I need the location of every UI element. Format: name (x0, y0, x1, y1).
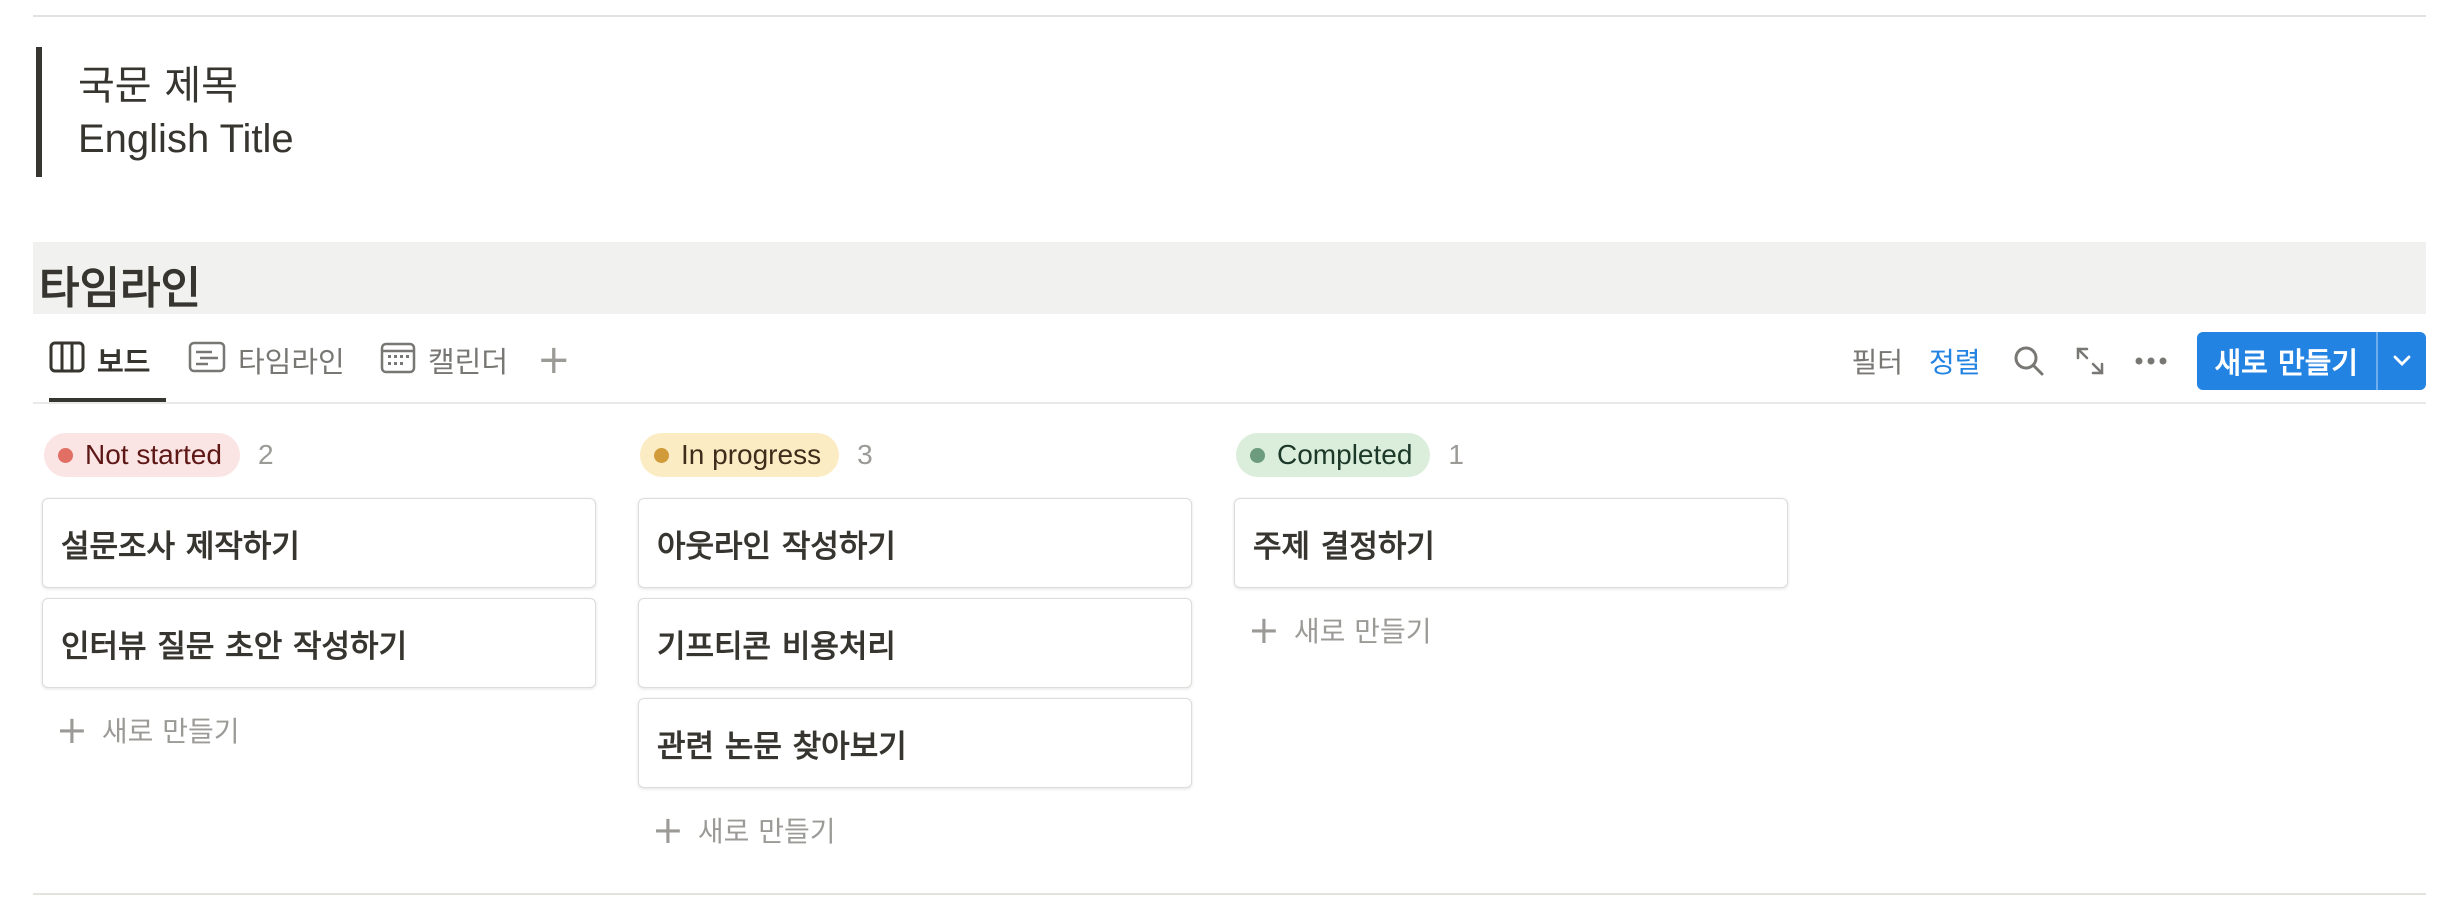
filter-button[interactable]: 필터 (1851, 341, 1903, 381)
title-quote-block: 국문 제목 English Title (36, 47, 642, 177)
more-options-icon[interactable] (2135, 356, 2167, 366)
status-dot-icon (58, 447, 73, 463)
column-header: Not started 2 (44, 432, 598, 478)
plus-icon: + (1248, 608, 1280, 652)
search-icon[interactable] (2013, 345, 2045, 377)
sort-button[interactable]: 정렬 (1929, 341, 1981, 381)
korean-title[interactable]: 국문 제목 (78, 53, 238, 111)
tab-timeline-label: 타임라인 (238, 345, 345, 379)
status-dot-icon (654, 447, 669, 463)
column-count: 1 (1448, 439, 1464, 470)
board-icon (49, 341, 85, 380)
board-card[interactable]: 기프티콘 비용처리 (638, 598, 1192, 688)
add-card-button[interactable]: + 새로 만들기 (1248, 610, 1790, 650)
board-column-in-progress: In progress 3 아웃라인 작성하기 기프티콘 비용처리 관련 논문 … (638, 432, 1194, 850)
section-heading[interactable]: 타임라인 (33, 242, 2426, 314)
tab-board[interactable]: 보드 (49, 320, 167, 402)
status-label: Not started (85, 439, 222, 470)
english-title[interactable]: English Title (78, 117, 294, 162)
calendar-icon (380, 340, 416, 381)
status-badge[interactable]: In progress (640, 433, 840, 477)
card-title: 주제 결정하기 (1253, 528, 1435, 565)
tab-board-label: 보드 (97, 345, 151, 379)
card-title: 설문조사 제작하기 (61, 528, 300, 565)
column-header: In progress 3 (640, 432, 1194, 478)
add-view-plus-icon[interactable]: + (537, 336, 571, 384)
card-title: 인터뷰 질문 초안 작성하기 (61, 628, 408, 665)
board-card[interactable]: 설문조사 제작하기 (42, 498, 596, 588)
status-badge[interactable]: Not started (44, 433, 240, 477)
column-count: 3 (857, 439, 873, 470)
column-count: 2 (257, 439, 274, 470)
board-column-not-started: Not started 2 설문조사 제작하기 인터뷰 질문 초안 작성하기 +… (42, 432, 598, 750)
add-card-label: 새로 만들기 (101, 715, 240, 748)
plus-icon: + (652, 808, 684, 852)
board-card[interactable]: 주제 결정하기 (1234, 498, 1788, 588)
timeline-icon (188, 341, 226, 380)
status-label: Completed (1277, 439, 1413, 470)
column-header: Completed 1 (1236, 432, 1790, 478)
add-card-button[interactable]: + 새로 만들기 (56, 710, 598, 750)
top-divider (33, 15, 2426, 17)
status-dot-icon (1250, 447, 1265, 463)
tab-calendar[interactable]: 캘린더 (380, 320, 508, 400)
expand-icon[interactable] (2075, 346, 2105, 376)
board-card[interactable]: 인터뷰 질문 초안 작성하기 (42, 598, 596, 688)
plus-icon: + (56, 708, 88, 752)
new-item-button[interactable]: 새로 만들기 (2197, 332, 2377, 390)
view-tab-bar: 보드 타임라인 캘린더 + 필터 정렬 새로 만들기 (33, 320, 2426, 404)
chevron-down-icon[interactable] (2376, 332, 2426, 390)
bottom-divider (33, 893, 2426, 895)
tab-calendar-label: 캘린더 (428, 345, 509, 379)
tab-timeline[interactable]: 타임라인 (188, 320, 345, 400)
card-title: 기프티콘 비용처리 (657, 628, 896, 665)
new-item-button-group: 새로 만들기 (2196, 332, 2426, 390)
card-title: 관련 논문 찾아보기 (657, 728, 907, 765)
status-label: In progress (681, 439, 822, 470)
view-actions: 필터 정렬 새로 만들기 (1851, 332, 2426, 390)
add-card-label: 새로 만들기 (697, 815, 836, 848)
board-card[interactable]: 관련 논문 찾아보기 (638, 698, 1192, 788)
add-card-label: 새로 만들기 (1293, 615, 1432, 648)
section-heading-text: 타임라인 (39, 263, 201, 314)
add-card-button[interactable]: + 새로 만들기 (652, 810, 1194, 850)
board-column-completed: Completed 1 주제 결정하기 + 새로 만들기 (1234, 432, 1790, 650)
board-card[interactable]: 아웃라인 작성하기 (638, 498, 1192, 588)
card-title: 아웃라인 작성하기 (657, 528, 896, 565)
status-badge[interactable]: Completed (1236, 433, 1431, 477)
